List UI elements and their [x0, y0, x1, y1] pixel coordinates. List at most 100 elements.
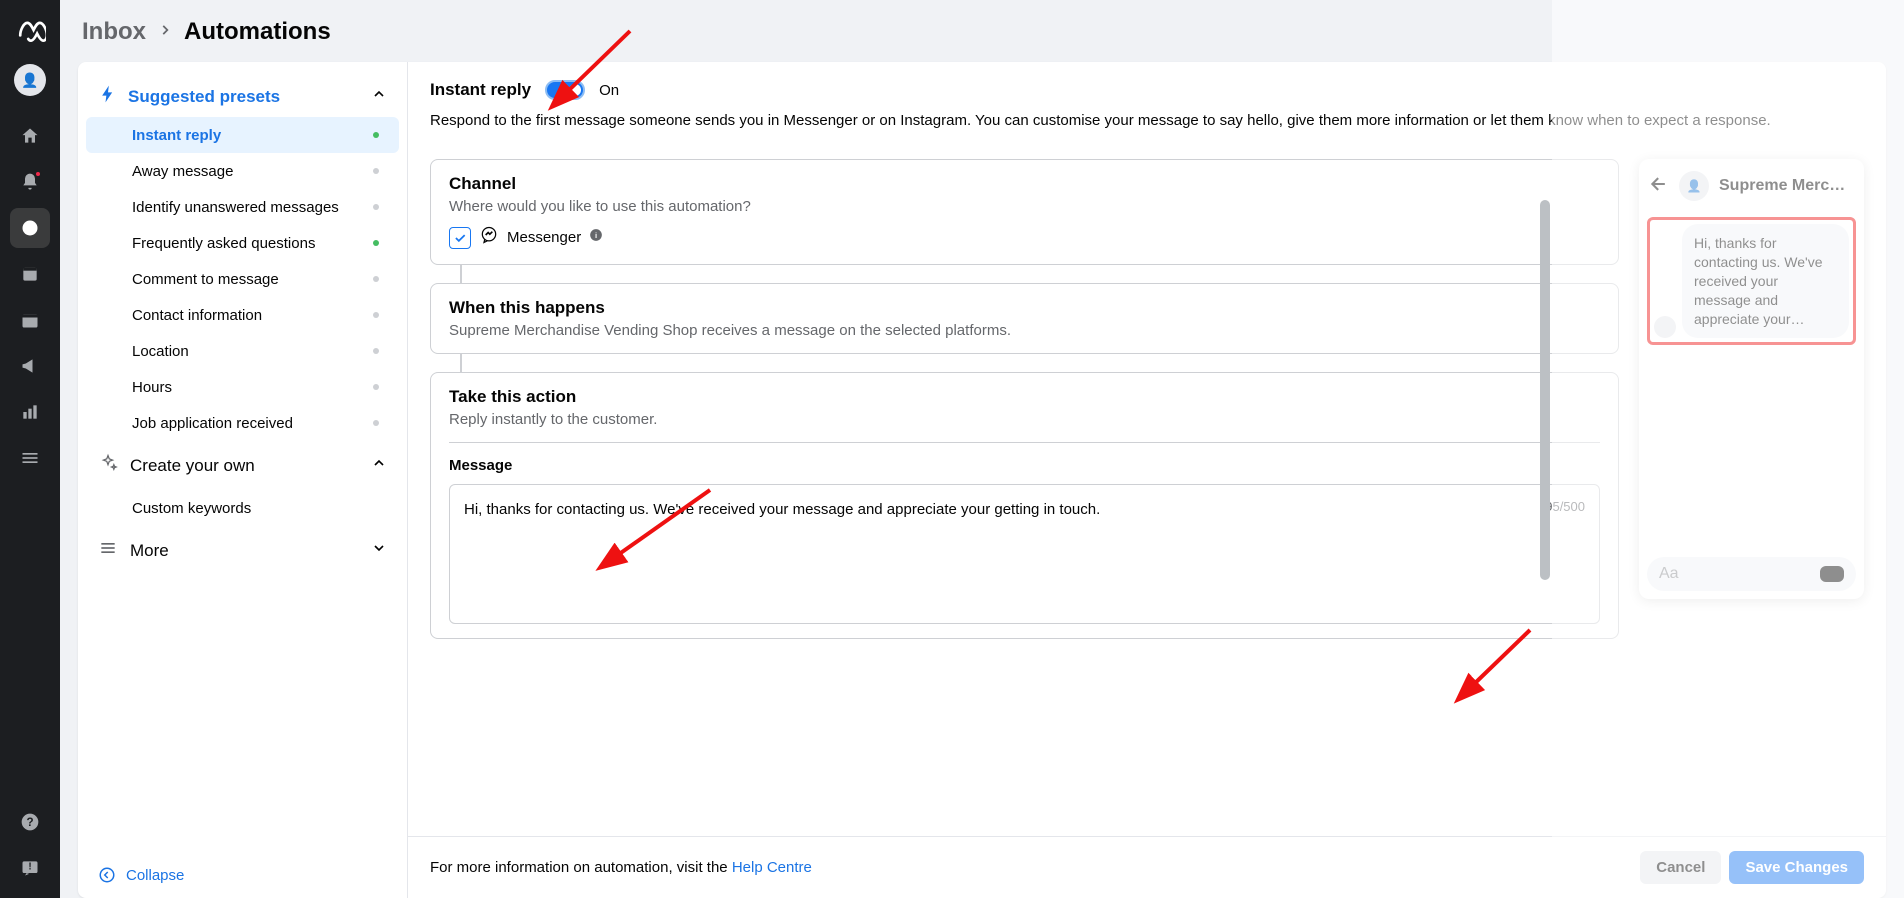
- preview-bubble: Hi, thanks for contacting us. We've rece…: [1682, 224, 1849, 338]
- sidebar-item-label: Comment to message: [132, 271, 373, 288]
- svg-text:i: i: [595, 231, 597, 240]
- nav-feedback-icon[interactable]: !: [10, 848, 50, 888]
- message-label: Message: [449, 457, 1600, 474]
- sidebar-item-comment-to-message[interactable]: Comment to message: [86, 261, 399, 297]
- nav-insights-icon[interactable]: [10, 392, 50, 432]
- when-card: When this happens Supreme Merchandise Ve…: [430, 283, 1619, 354]
- channel-card: Channel Where would you like to use this…: [430, 159, 1619, 265]
- status-dot: [373, 168, 379, 174]
- card-title: Channel: [449, 174, 1600, 194]
- status-dot: [373, 204, 379, 210]
- sidebar-item-custom-keywords[interactable]: Custom keywords: [86, 490, 399, 526]
- status-dot: [373, 348, 379, 354]
- action-card: Take this action Reply instantly to the …: [430, 372, 1619, 639]
- channel-name: Messenger: [507, 229, 581, 246]
- create-your-own-header[interactable]: Create your own: [78, 441, 407, 490]
- meta-logo[interactable]: [10, 10, 50, 50]
- sidebar-item-faq[interactable]: Frequently asked questions: [86, 225, 399, 261]
- sidebar-item-label: Custom keywords: [132, 500, 379, 517]
- help-text: For more information on automation, visi…: [430, 859, 812, 876]
- info-icon[interactable]: i: [589, 228, 603, 247]
- sidebar-item-job-application[interactable]: Job application received: [86, 405, 399, 441]
- suggested-presets-header[interactable]: Suggested presets: [78, 74, 407, 117]
- breadcrumb-parent[interactable]: Inbox: [82, 18, 146, 46]
- list-icon: [98, 538, 118, 563]
- sidebar-item-instant-reply[interactable]: Instant reply: [86, 117, 399, 153]
- collapse-button[interactable]: Collapse: [98, 866, 387, 884]
- create-your-own-title: Create your own: [130, 456, 359, 476]
- sparkle-icon: [98, 453, 118, 478]
- preview-message-row: Hi, thanks for contacting us. We've rece…: [1647, 217, 1856, 345]
- sidebar-item-hours[interactable]: Hours: [86, 369, 399, 405]
- messenger-icon: [479, 225, 499, 250]
- preview-placeholder: Aa: [1659, 565, 1812, 583]
- card-title: Take this action: [449, 387, 1600, 407]
- breadcrumb: Inbox Automations: [78, 12, 1886, 54]
- card-subtitle: Where would you like to use this automat…: [449, 198, 1600, 215]
- preview-pane: 👤 Supreme Merc… Hi, thanks for contactin…: [1639, 159, 1864, 599]
- status-dot: [373, 276, 379, 282]
- instant-reply-toggle[interactable]: [545, 80, 585, 100]
- automation-title: Instant reply: [430, 80, 531, 100]
- sidebar-item-label: Frequently asked questions: [132, 235, 373, 252]
- back-icon[interactable]: [1649, 174, 1669, 199]
- nav-home-icon[interactable]: [10, 116, 50, 156]
- nav-help-icon[interactable]: ?: [10, 802, 50, 842]
- status-dot: [373, 420, 379, 426]
- preview-input: Aa: [1647, 557, 1856, 591]
- chevron-right-icon: [158, 23, 172, 42]
- status-dot: [373, 384, 379, 390]
- card-title: When this happens: [449, 298, 1600, 318]
- page-title: Automations: [184, 18, 331, 46]
- toggle-state-label: On: [599, 82, 619, 99]
- sidebar-item-label: Job application received: [132, 415, 373, 432]
- automation-description: Respond to the first message someone sen…: [430, 110, 1864, 131]
- more-title: More: [130, 541, 359, 561]
- collapse-label: Collapse: [126, 867, 184, 884]
- message-text: Hi, thanks for contacting us. We've rece…: [464, 499, 1585, 522]
- cancel-button[interactable]: Cancel: [1640, 851, 1721, 884]
- status-dot: [373, 240, 379, 246]
- status-dot: [373, 312, 379, 318]
- user-avatar[interactable]: 👤: [14, 64, 46, 96]
- help-centre-link[interactable]: Help Centre: [732, 859, 812, 876]
- sidebar-item-label: Location: [132, 343, 373, 360]
- nav-calendar-icon[interactable]: [10, 300, 50, 340]
- messenger-checkbox[interactable]: [449, 227, 471, 249]
- nav-ads-icon[interactable]: [10, 346, 50, 386]
- sidebar-item-label: Away message: [132, 163, 373, 180]
- sidebar-item-identify-unanswered[interactable]: Identify unanswered messages: [86, 189, 399, 225]
- preset-sidebar: Suggested presets Instant reply Away mes…: [78, 62, 408, 898]
- nav-inbox-icon[interactable]: [10, 208, 50, 248]
- more-header[interactable]: More: [78, 526, 407, 575]
- nav-rail: 👤 ? !: [0, 0, 60, 898]
- card-subtitle: Supreme Merchandise Vending Shop receive…: [449, 322, 1600, 339]
- preview-avatar: 👤: [1679, 171, 1709, 201]
- bolt-icon: [98, 84, 118, 109]
- preview-msg-avatar: [1654, 316, 1676, 338]
- status-dot: [373, 132, 379, 138]
- chevron-down-icon: [371, 540, 387, 561]
- sidebar-item-label: Identify unanswered messages: [132, 199, 373, 216]
- sidebar-item-location[interactable]: Location: [86, 333, 399, 369]
- nav-posts-icon[interactable]: [10, 254, 50, 294]
- preview-page-name: Supreme Merc…: [1719, 177, 1854, 195]
- message-counter: 95/500: [1545, 499, 1585, 514]
- notification-dot: [34, 170, 42, 178]
- svg-text:?: ?: [26, 816, 33, 829]
- svg-text:!: !: [28, 862, 31, 873]
- send-icon: [1820, 566, 1844, 582]
- save-button[interactable]: Save Changes: [1729, 851, 1864, 884]
- chevron-up-icon: [371, 455, 387, 476]
- nav-notifications-icon[interactable]: [10, 162, 50, 202]
- sidebar-item-label: Instant reply: [132, 127, 373, 144]
- scrollbar[interactable]: [1540, 200, 1550, 580]
- nav-menu-icon[interactable]: [10, 438, 50, 478]
- sidebar-item-away-message[interactable]: Away message: [86, 153, 399, 189]
- sidebar-item-contact-info[interactable]: Contact information: [86, 297, 399, 333]
- sidebar-item-label: Contact information: [132, 307, 373, 324]
- sidebar-item-label: Hours: [132, 379, 373, 396]
- card-subtitle: Reply instantly to the customer.: [449, 411, 1600, 428]
- chevron-up-icon: [371, 86, 387, 107]
- message-textarea[interactable]: Hi, thanks for contacting us. We've rece…: [449, 484, 1600, 624]
